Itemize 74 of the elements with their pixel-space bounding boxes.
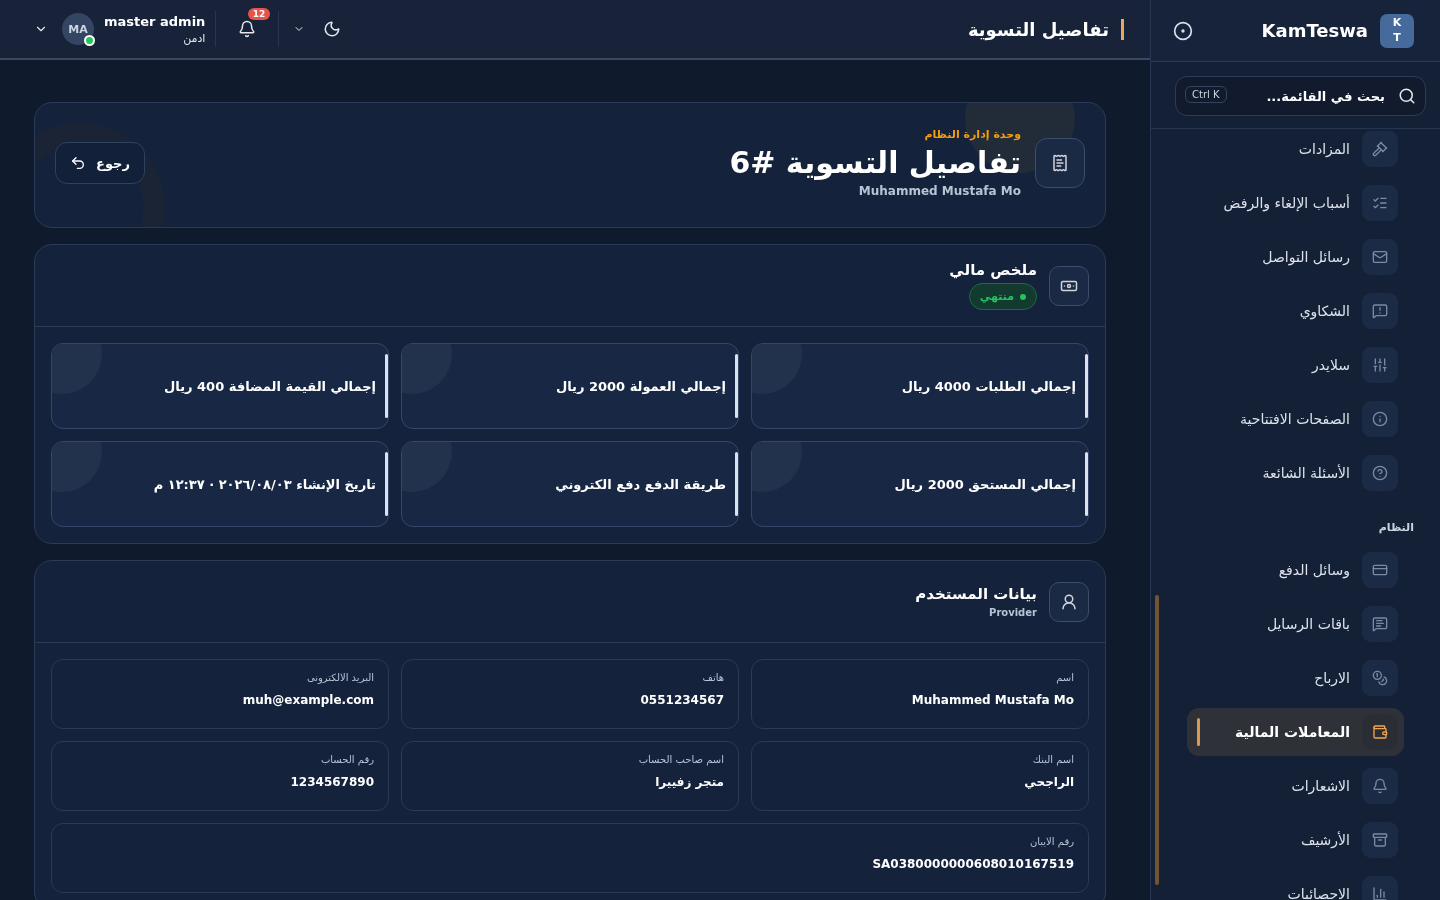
nav-item[interactable]: الأسئلة الشائعة xyxy=(1197,449,1404,497)
status-badge: منتهي xyxy=(968,283,1037,310)
nav-icon xyxy=(1372,249,1388,265)
nav-item[interactable]: الشكاوي xyxy=(1197,287,1404,335)
nav-icon xyxy=(1372,886,1388,900)
field-label: هاتف xyxy=(702,672,724,683)
settlement-title: تفاصيل التسوية #6 xyxy=(728,145,1021,180)
receipt-icon xyxy=(1051,154,1069,172)
nav-icon xyxy=(1372,465,1388,481)
card-title: بيانات المستخدم xyxy=(915,585,1037,603)
provider-name: Muhammed Mustafa Mo xyxy=(857,184,1021,198)
nav-item[interactable]: الارباح xyxy=(1197,654,1404,702)
field-label: اسم البنك xyxy=(1032,754,1074,765)
nav-icon xyxy=(1372,195,1388,211)
nav-icon xyxy=(1372,724,1388,740)
back-button[interactable]: رجوع xyxy=(55,142,145,184)
nav-icon xyxy=(1372,670,1388,686)
nav-item[interactable]: رسائل التواصل xyxy=(1197,233,1404,281)
search-icon xyxy=(1398,87,1416,105)
field-value: 0551234567 xyxy=(640,693,724,707)
notification-count: 12 xyxy=(247,8,271,20)
back-icon xyxy=(70,155,86,171)
scrollbar[interactable] xyxy=(1155,595,1159,885)
nav-item[interactable]: الأرشيف xyxy=(1197,816,1404,864)
accent-bar xyxy=(735,354,738,418)
field-value: Muhammed Mustafa Mo xyxy=(911,693,1074,707)
field-value: muh@example.com xyxy=(242,693,374,707)
nav-item[interactable]: الصفحات الافتتاحية xyxy=(1197,395,1404,443)
collapse-icon[interactable] xyxy=(1173,20,1193,41)
nav-icon xyxy=(1372,357,1388,373)
section-title: النظام xyxy=(1377,520,1415,536)
nav-icon xyxy=(1372,141,1388,157)
user-type: Provider xyxy=(989,607,1037,618)
nav-item[interactable]: المزادات xyxy=(1197,129,1404,173)
stat-text: طريقة الدفع دفع الكتروني xyxy=(555,476,726,492)
bell-icon xyxy=(238,20,257,38)
nav-icon xyxy=(1372,778,1388,794)
accent-bar xyxy=(1085,452,1088,516)
field-label: رقم الحساب xyxy=(320,754,374,765)
nav-icon xyxy=(1372,303,1388,319)
nav-icon xyxy=(1372,562,1388,578)
field-label: اسم xyxy=(1056,672,1074,683)
field-label: البريد الالكترونى xyxy=(306,672,374,683)
nav-item[interactable]: باقات الرسايل xyxy=(1197,600,1404,648)
nav-icon xyxy=(1372,616,1388,632)
moon-icon xyxy=(323,20,342,38)
accent-bar xyxy=(735,452,738,516)
nav-item[interactable]: المعاملات المالية xyxy=(1187,708,1404,756)
nav-item[interactable]: وسائل الدفع xyxy=(1197,546,1404,594)
field-label: رقم الايبان xyxy=(1029,836,1074,847)
page-title: تفاصيل التسوية xyxy=(345,18,1124,40)
nav-icon xyxy=(1372,411,1388,427)
field-value: متجر زفييرا xyxy=(655,775,724,789)
user-icon xyxy=(1060,592,1078,611)
field-value: SA0380000000608010167519 xyxy=(872,857,1074,871)
shortcut-hint: Ctrl K xyxy=(1185,86,1227,103)
user-role: ادمن xyxy=(182,31,206,45)
field-value: 1234567890 xyxy=(290,775,374,789)
card-title: ملخص مالي xyxy=(949,261,1037,279)
accent-bar xyxy=(385,452,388,516)
accent-bar xyxy=(385,354,388,418)
nav-item[interactable]: الاشعارات xyxy=(1197,762,1404,810)
brand-name: KamTeswa xyxy=(1260,20,1368,41)
nav-item[interactable]: أسباب الإلغاء والرفض xyxy=(1197,179,1404,227)
module-label: وحدة إدارة النظام xyxy=(923,128,1021,141)
user-avatar[interactable]: MA xyxy=(62,13,94,45)
accent-bar xyxy=(1085,354,1088,418)
stat-text: تاريخ الإنشاء ٢٠٢٦/٠٨/٠٣ · ١٢:٣٧ م xyxy=(153,476,376,492)
field-label: اسم صاحب الحساب xyxy=(638,754,724,765)
user-name: master admin xyxy=(104,13,206,29)
field-value: الراجحي xyxy=(1024,775,1074,789)
nav-item[interactable]: سلايدر xyxy=(1197,341,1404,389)
nav-icon xyxy=(1372,832,1388,848)
brand-logo: K T xyxy=(1380,13,1414,48)
